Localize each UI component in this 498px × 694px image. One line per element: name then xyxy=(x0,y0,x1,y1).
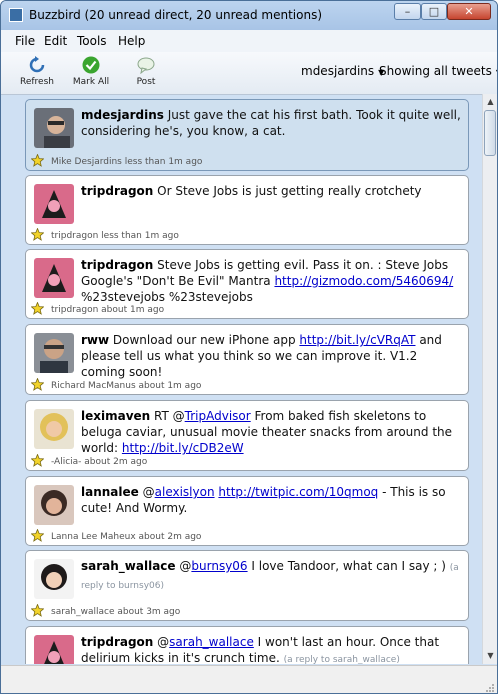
tweet-username[interactable]: leximaven xyxy=(81,409,150,423)
minimize-button[interactable]: – xyxy=(394,3,421,20)
avatar[interactable] xyxy=(34,635,74,664)
tweet-username[interactable]: tripdragon xyxy=(81,184,153,198)
tweet-mention[interactable]: burnsy06 xyxy=(191,559,247,573)
star-icon[interactable] xyxy=(31,529,44,542)
resize-grip-icon[interactable] xyxy=(485,683,495,693)
vertical-scrollbar[interactable]: ▲ ▼ xyxy=(482,94,497,664)
star-icon[interactable] xyxy=(31,154,44,167)
window-title: Buzzbird (20 unread direct, 20 unread me… xyxy=(29,8,323,22)
title-bar[interactable]: Buzzbird (20 unread direct, 20 unread me… xyxy=(1,1,497,30)
close-button[interactable]: ✕ xyxy=(447,3,491,20)
tweet-item[interactable]: tripdragon Steve Jobs is getting evil. P… xyxy=(25,249,469,319)
account-dropdown[interactable]: mdesjardins ▼ xyxy=(301,64,384,78)
tweet-username[interactable]: rww xyxy=(81,333,109,347)
tweet-body: rww Download our new iPhone app http://b… xyxy=(81,332,461,380)
mark-all-label: Mark All xyxy=(72,77,110,87)
tweet-username[interactable]: mdesjardins xyxy=(81,108,164,122)
menu-file[interactable]: File xyxy=(15,34,35,48)
tweet-list[interactable]: mdesjardins Just gave the cat his first … xyxy=(9,94,482,664)
app-window: Buzzbird (20 unread direct, 20 unread me… xyxy=(0,0,498,694)
tweet-item[interactable]: leximaven RT @TripAdvisor From baked fis… xyxy=(25,400,469,471)
post-label: Post xyxy=(136,77,156,87)
tweet-item[interactable]: lannalee @alexislyon http://twitpic.com/… xyxy=(25,476,469,546)
tweet-meta: tripdragon less than 1m ago xyxy=(51,231,179,241)
tweet-body: sarah_wallace @burnsy06 I love Tandoor, … xyxy=(81,558,461,594)
checkmark-icon xyxy=(82,56,100,74)
tweet-link[interactable]: http://twitpic.com/10qmoq xyxy=(218,485,378,499)
toolbar: Refresh Mark All Post mdesjardins ▼ Showi… xyxy=(1,52,497,95)
tweet-username[interactable]: tripdragon xyxy=(81,258,153,272)
tweet-item[interactable]: tripdragon Or Steve Jobs is just getting… xyxy=(25,175,469,245)
tweet-mention[interactable]: TripAdvisor xyxy=(185,409,251,423)
star-icon[interactable] xyxy=(31,454,44,467)
avatar[interactable] xyxy=(34,258,74,298)
menu-bar: File Edit Tools Help xyxy=(1,30,497,53)
avatar[interactable] xyxy=(34,333,74,373)
avatar[interactable] xyxy=(34,184,74,224)
tweet-username[interactable]: sarah_wallace xyxy=(81,559,176,573)
tweet-meta: tripdragon about 1m ago xyxy=(51,305,165,315)
menu-tools[interactable]: Tools xyxy=(77,34,107,48)
mark-all-button[interactable]: Mark All xyxy=(66,54,116,92)
reply-indicator[interactable]: (a reply to sarah_wallace) xyxy=(284,655,400,664)
tweet-item[interactable]: tripdragon @sarah_wallace I won't last a… xyxy=(25,626,469,664)
tweet-text: @ xyxy=(153,635,170,649)
speech-bubble-icon xyxy=(137,57,155,74)
tweet-item[interactable]: sarah_wallace @burnsy06 I love Tandoor, … xyxy=(25,550,469,621)
refresh-button[interactable]: Refresh xyxy=(12,54,62,92)
post-button[interactable]: Post xyxy=(121,54,171,92)
tweet-link[interactable]: http://bit.ly/cVRqAT xyxy=(299,333,415,347)
tweet-body: tripdragon @sarah_wallace I won't last a… xyxy=(81,634,461,664)
tweet-meta: sarah_wallace about 3m ago xyxy=(51,607,181,617)
tweet-body: tripdragon Steve Jobs is getting evil. P… xyxy=(81,257,461,305)
tweet-meta: -Alicia- about 2m ago xyxy=(51,457,148,467)
avatar[interactable] xyxy=(34,559,74,599)
scroll-up-button[interactable]: ▲ xyxy=(483,94,497,110)
filter-dropdown[interactable]: Showing all tweets▼ xyxy=(379,64,497,78)
tweet-item[interactable]: mdesjardins Just gave the cat his first … xyxy=(25,99,469,171)
avatar[interactable] xyxy=(34,409,74,449)
star-icon[interactable] xyxy=(31,604,44,617)
filter-value: Showing all tweets xyxy=(379,64,492,78)
tweet-username[interactable]: tripdragon xyxy=(81,635,153,649)
star-icon[interactable] xyxy=(31,302,44,315)
tweet-body: mdesjardins Just gave the cat his first … xyxy=(81,107,461,139)
tweet-body: leximaven RT @TripAdvisor From baked fis… xyxy=(81,408,461,456)
tweet-meta: Richard MacManus about 1m ago xyxy=(51,381,202,391)
avatar[interactable] xyxy=(34,108,74,148)
tweet-item[interactable]: rww Download our new iPhone app http://b… xyxy=(25,324,469,395)
tweet-link[interactable]: http://bit.ly/cDB2eW xyxy=(122,441,244,455)
account-value: mdesjardins xyxy=(301,64,375,78)
menu-edit[interactable]: Edit xyxy=(44,34,67,48)
tweet-meta: Lanna Lee Maheux about 2m ago xyxy=(51,532,202,542)
refresh-icon xyxy=(29,56,45,73)
tweet-body: tripdragon Or Steve Jobs is just getting… xyxy=(81,183,461,199)
tweet-username[interactable]: lannalee xyxy=(81,485,139,499)
tweet-text: I love Tandoor, what can I say ; ) xyxy=(247,559,450,573)
tweet-text: @ xyxy=(138,485,155,499)
refresh-label: Refresh xyxy=(20,77,54,87)
star-icon[interactable] xyxy=(31,378,44,391)
status-bar xyxy=(1,665,497,693)
tweet-mention[interactable]: alexislyon xyxy=(155,485,215,499)
tweet-body: lannalee @alexislyon http://twitpic.com/… xyxy=(81,484,461,516)
menu-help[interactable]: Help xyxy=(118,34,145,48)
app-icon xyxy=(9,8,23,22)
tweet-text: RT @ xyxy=(150,409,185,423)
scroll-down-button[interactable]: ▼ xyxy=(483,648,497,664)
avatar[interactable] xyxy=(34,485,74,525)
tweet-mention[interactable]: sarah_wallace xyxy=(169,635,254,649)
tweet-text: Download our new iPhone app xyxy=(109,333,300,347)
scroll-thumb[interactable] xyxy=(484,110,496,156)
tweet-link[interactable]: http://gizmodo.com/5460694/ xyxy=(274,274,453,288)
tweet-meta: Mike Desjardins less than 1m ago xyxy=(51,157,203,167)
tweet-text: Or Steve Jobs is just getting really cro… xyxy=(153,184,422,198)
tweet-text: @ xyxy=(175,559,192,573)
star-icon[interactable] xyxy=(31,228,44,241)
maximize-button[interactable]: □ xyxy=(421,3,447,20)
tweet-text: %23stevejobs %23stevejobs xyxy=(81,290,253,304)
